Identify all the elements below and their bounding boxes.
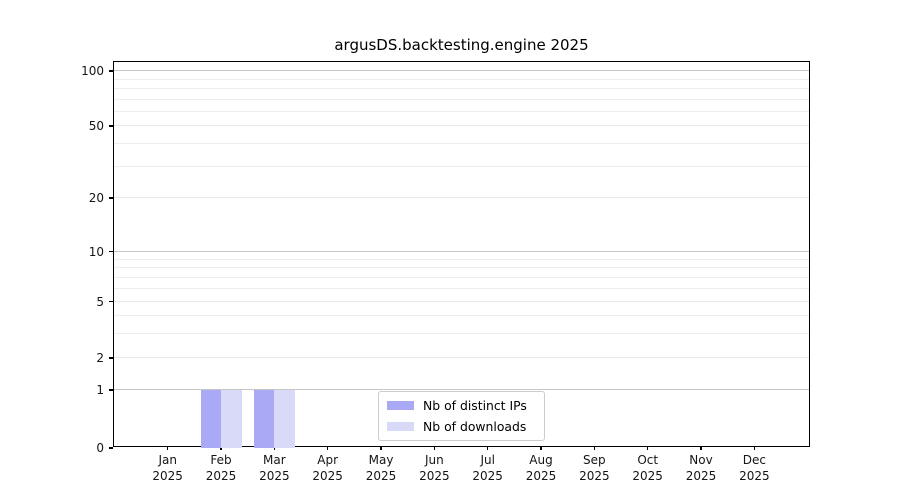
minor-gridline bbox=[114, 111, 809, 112]
major-gridline bbox=[114, 251, 809, 252]
figure: argusDS.backtesting.engine 2025 Jan2025F… bbox=[0, 0, 900, 500]
plot-area: Jan2025Feb2025Mar2025Apr2025May2025Jun20… bbox=[113, 61, 810, 447]
x-tick-label: Jan2025 bbox=[138, 453, 198, 484]
minor-gridline bbox=[114, 315, 809, 316]
year-label: 2025 bbox=[618, 469, 678, 485]
minor-gridline bbox=[114, 267, 809, 268]
x-tick bbox=[540, 446, 542, 450]
legend-swatch-distinct-ips bbox=[387, 401, 414, 410]
x-tick-label: Oct2025 bbox=[618, 453, 678, 484]
minor-gridline bbox=[114, 277, 809, 278]
x-tick-label: May2025 bbox=[351, 453, 411, 484]
legend-label: Nb of downloads bbox=[423, 419, 526, 434]
minor-gridline bbox=[114, 333, 809, 334]
y-tick-label: 5 bbox=[38, 295, 104, 309]
bar-distinct-ips bbox=[201, 390, 222, 448]
minor-gridline bbox=[114, 79, 809, 80]
y-tick bbox=[109, 125, 113, 127]
y-tick-label: 50 bbox=[38, 119, 104, 133]
month-label: Apr bbox=[298, 453, 358, 469]
chart-title: argusDS.backtesting.engine 2025 bbox=[113, 36, 810, 54]
legend-item: Nb of distinct IPs bbox=[387, 397, 536, 414]
y-tick bbox=[109, 301, 113, 303]
y-tick-label: 10 bbox=[38, 245, 104, 259]
x-tick-label: Aug2025 bbox=[511, 453, 571, 484]
y-tick bbox=[109, 447, 113, 449]
major-gridline bbox=[114, 70, 809, 71]
year-label: 2025 bbox=[351, 469, 411, 485]
x-tick bbox=[700, 446, 702, 450]
minor-gridline bbox=[114, 288, 809, 289]
y-tick-label: 0 bbox=[38, 441, 104, 455]
y-tick-label: 1 bbox=[38, 383, 104, 397]
x-tick-label: Nov2025 bbox=[671, 453, 731, 484]
minor-gridline bbox=[114, 259, 809, 260]
y-tick bbox=[109, 70, 113, 72]
major-gridline bbox=[114, 125, 809, 126]
year-label: 2025 bbox=[191, 469, 251, 485]
bar-downloads bbox=[274, 390, 295, 448]
x-tick bbox=[594, 446, 596, 450]
year-label: 2025 bbox=[298, 469, 358, 485]
minor-gridline bbox=[114, 143, 809, 144]
year-label: 2025 bbox=[564, 469, 624, 485]
legend-label: Nb of distinct IPs bbox=[423, 398, 527, 413]
x-tick bbox=[434, 446, 436, 450]
x-tick bbox=[380, 446, 382, 450]
y-tick bbox=[109, 357, 113, 359]
month-label: Feb bbox=[191, 453, 251, 469]
y-tick-label: 2 bbox=[38, 351, 104, 365]
year-label: 2025 bbox=[244, 469, 304, 485]
y-tick bbox=[109, 389, 113, 391]
year-label: 2025 bbox=[724, 469, 784, 485]
major-gridline bbox=[114, 197, 809, 198]
y-tick bbox=[109, 251, 113, 253]
y-tick-label: 20 bbox=[38, 191, 104, 205]
x-tick-label: Sep2025 bbox=[564, 453, 624, 484]
x-tick-label: Jul2025 bbox=[458, 453, 518, 484]
month-label: May bbox=[351, 453, 411, 469]
y-tick bbox=[109, 197, 113, 199]
year-label: 2025 bbox=[458, 469, 518, 485]
legend-item: Nb of downloads bbox=[387, 418, 536, 435]
major-gridline bbox=[114, 301, 809, 302]
y-tick-label: 100 bbox=[38, 64, 104, 78]
major-gridline bbox=[114, 357, 809, 358]
month-label: Aug bbox=[511, 453, 571, 469]
x-tick-label: Dec2025 bbox=[724, 453, 784, 484]
month-label: Jun bbox=[404, 453, 464, 469]
month-label: Nov bbox=[671, 453, 731, 469]
year-label: 2025 bbox=[671, 469, 731, 485]
x-tick bbox=[754, 446, 756, 450]
year-label: 2025 bbox=[138, 469, 198, 485]
x-tick bbox=[167, 446, 169, 450]
x-tick-label: Apr2025 bbox=[298, 453, 358, 484]
legend: Nb of distinct IPs Nb of downloads bbox=[378, 391, 545, 441]
month-label: Dec bbox=[724, 453, 784, 469]
month-label: Sep bbox=[564, 453, 624, 469]
x-tick bbox=[487, 446, 489, 450]
month-label: Jul bbox=[458, 453, 518, 469]
x-tick bbox=[327, 446, 329, 450]
month-label: Mar bbox=[244, 453, 304, 469]
x-tick bbox=[647, 446, 649, 450]
year-label: 2025 bbox=[404, 469, 464, 485]
year-label: 2025 bbox=[511, 469, 571, 485]
x-tick-label: Jun2025 bbox=[404, 453, 464, 484]
legend-swatch-downloads bbox=[387, 422, 414, 431]
minor-gridline bbox=[114, 166, 809, 167]
minor-gridline bbox=[114, 99, 809, 100]
x-tick-label: Mar2025 bbox=[244, 453, 304, 484]
bar-distinct-ips bbox=[254, 390, 275, 448]
month-label: Oct bbox=[618, 453, 678, 469]
x-tick-label: Feb2025 bbox=[191, 453, 251, 484]
bar-downloads bbox=[221, 390, 242, 448]
minor-gridline bbox=[114, 88, 809, 89]
month-label: Jan bbox=[138, 453, 198, 469]
